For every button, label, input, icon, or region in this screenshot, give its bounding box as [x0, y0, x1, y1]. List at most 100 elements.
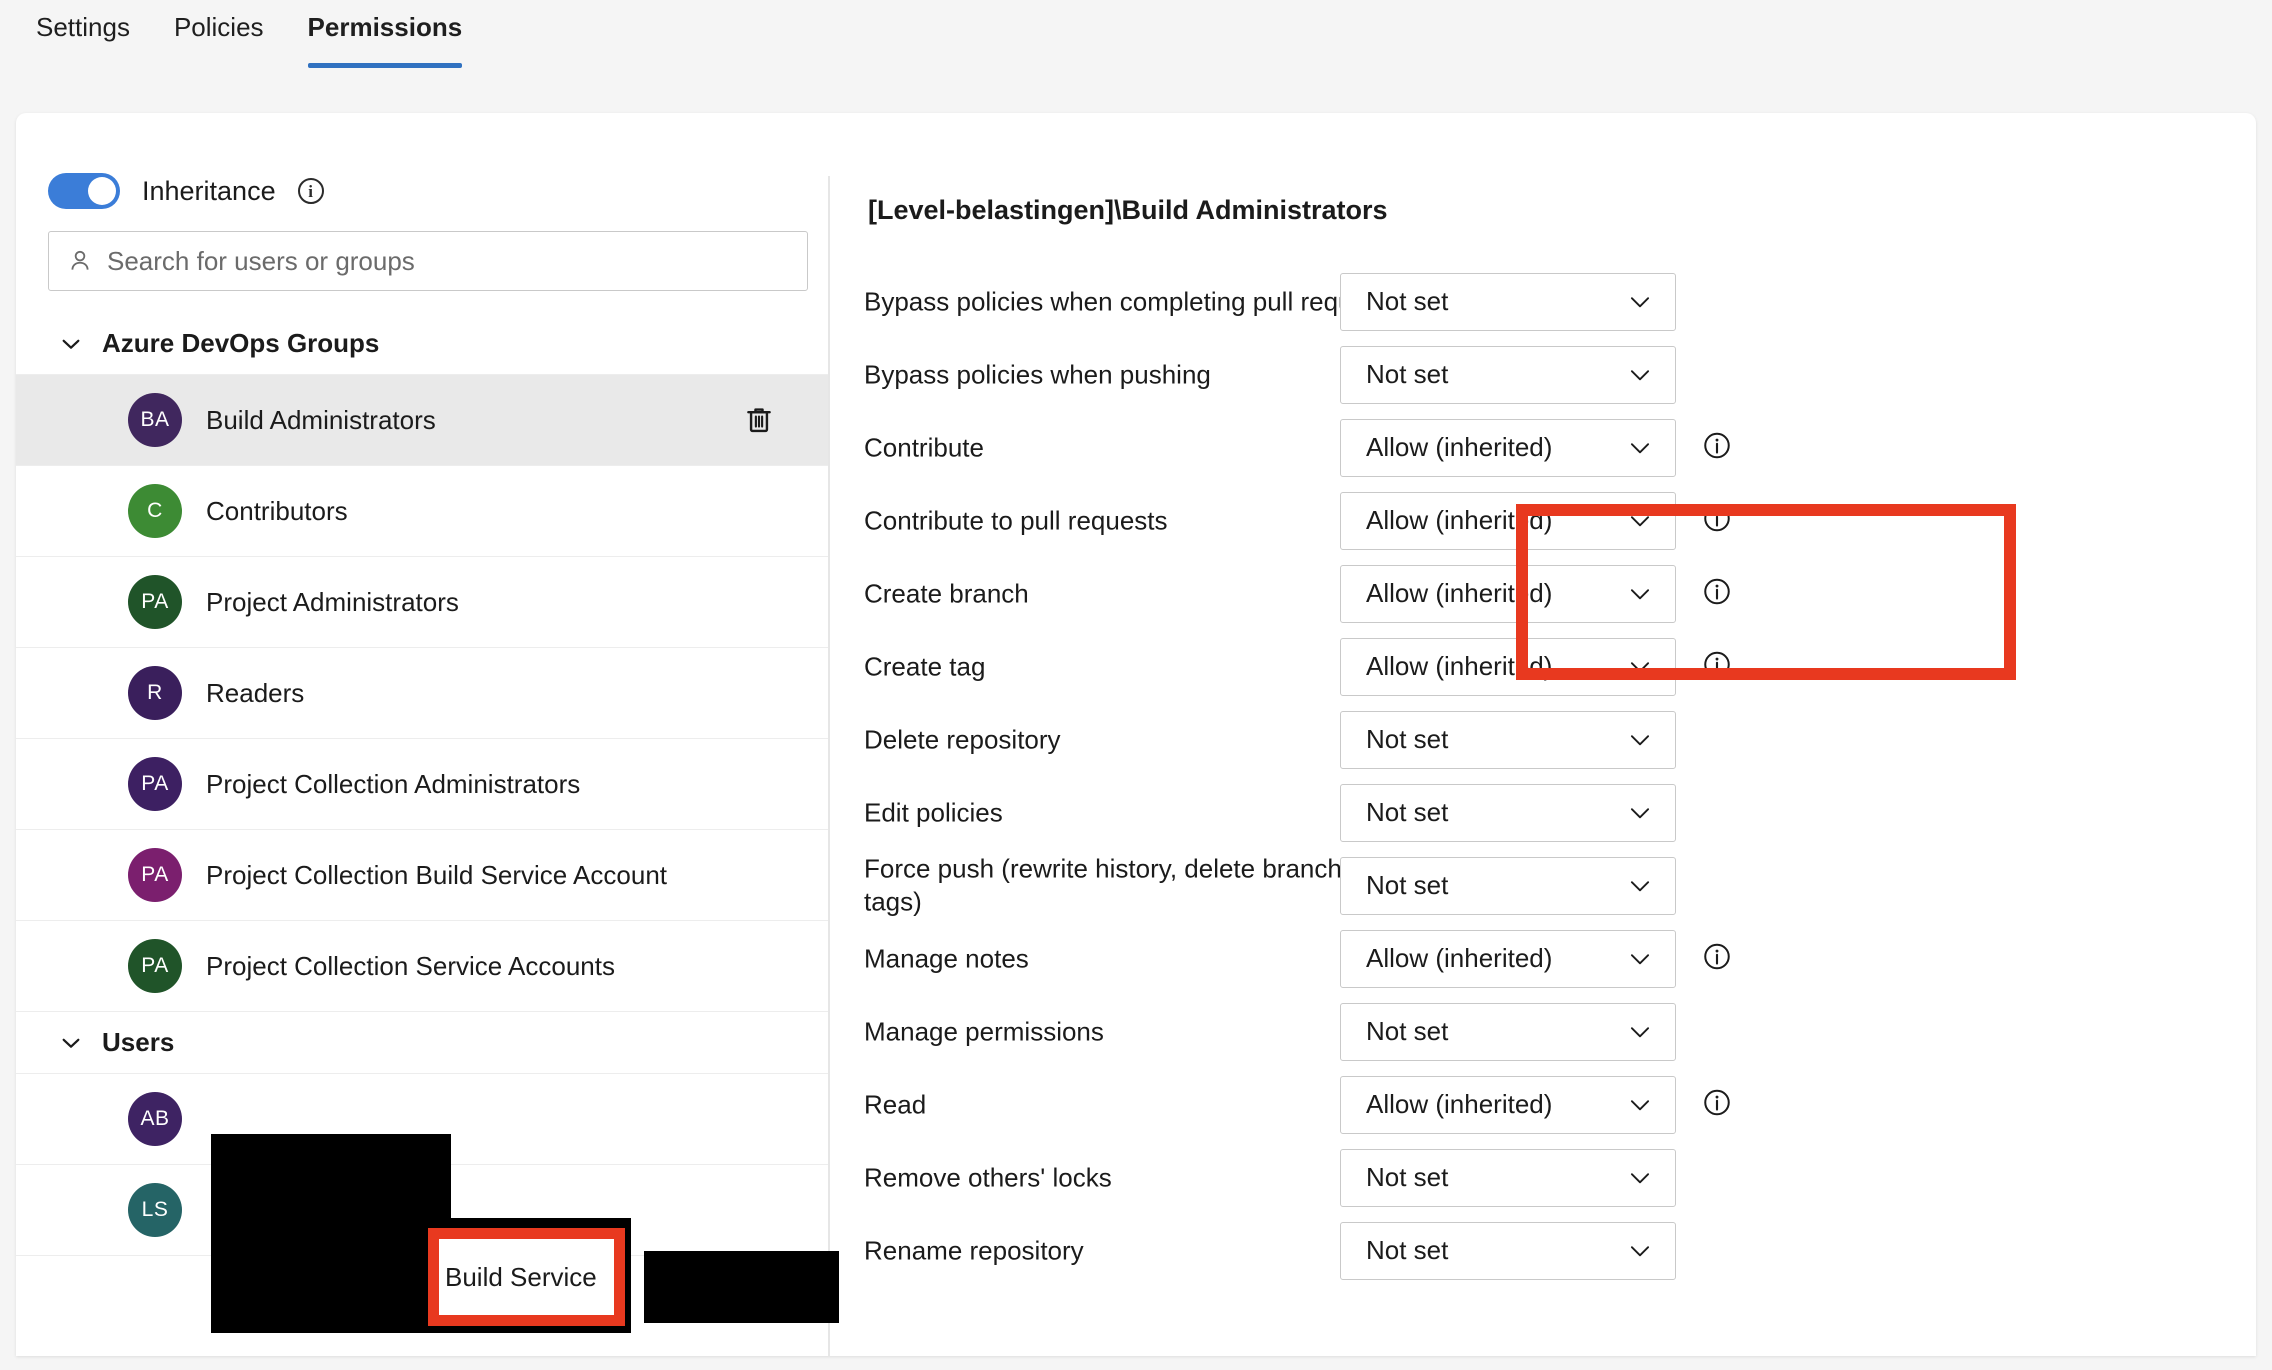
chevron-down-icon: [60, 1032, 82, 1054]
tab-label: Policies: [174, 12, 264, 42]
permission-info-icon[interactable]: [1702, 1087, 1732, 1122]
avatar: BA: [128, 393, 182, 447]
permission-dropdown[interactable]: Allow (inherited): [1340, 419, 1676, 477]
section-label: Users: [102, 1027, 174, 1058]
permission-value: Allow (inherited): [1366, 943, 1552, 974]
toggle-knob: [88, 177, 116, 205]
permission-value: Not set: [1366, 724, 1448, 755]
tab-settings[interactable]: Settings: [14, 0, 152, 82]
list-item[interactable]: PAProject Collection Service Accounts: [16, 921, 828, 1012]
permission-dropdown[interactable]: Not set: [1340, 1003, 1676, 1061]
tab-active-indicator: [308, 63, 463, 68]
list-item[interactable]: PAProject Collection Administrators: [16, 739, 828, 830]
section-label: Azure DevOps Groups: [102, 328, 379, 359]
chevron-down-icon: [1627, 508, 1653, 534]
avatar: R: [128, 666, 182, 720]
chevron-down-icon: [1627, 800, 1653, 826]
avatar: C: [128, 484, 182, 538]
list-item-label: Readers: [206, 678, 304, 709]
inheritance-toggle[interactable]: [48, 173, 120, 209]
tab-label: Permissions: [308, 12, 463, 42]
permission-info-icon[interactable]: [1702, 503, 1732, 538]
page-title: [Level-belastingen]\Build Administrators: [868, 195, 1388, 226]
list-item[interactable]: R Readers: [16, 648, 828, 739]
permission-row: ReadAllow (inherited): [830, 1068, 2256, 1141]
info-icon[interactable]: [1702, 1087, 1732, 1117]
chevron-down-icon: [1627, 289, 1653, 315]
permission-dropdown[interactable]: Allow (inherited): [1340, 638, 1676, 696]
delete-button[interactable]: [742, 403, 776, 437]
identity-list: Azure DevOps Groups BABuild Administrator…: [16, 313, 828, 1256]
permission-dropdown[interactable]: Not set: [1340, 346, 1676, 404]
person-icon: [67, 248, 93, 274]
permission-value: Allow (inherited): [1366, 651, 1552, 682]
info-icon[interactable]: [1702, 941, 1732, 971]
identity-list-panel: Inheritance i Search for users or groups…: [16, 113, 828, 1356]
list-item[interactable]: BABuild Administrators: [16, 375, 828, 466]
avatar: AB: [128, 1092, 182, 1146]
tab-bar: Settings Policies Permissions: [0, 0, 2272, 96]
avatar: LS: [128, 1183, 182, 1237]
search-input[interactable]: Search for users or groups: [48, 231, 808, 291]
chevron-down-icon: [1627, 873, 1653, 899]
permission-dropdown[interactable]: Not set: [1340, 711, 1676, 769]
permission-dropdown[interactable]: Allow (inherited): [1340, 492, 1676, 550]
section-header-users_section[interactable]: Users: [16, 1012, 828, 1074]
permission-dropdown[interactable]: Allow (inherited): [1340, 565, 1676, 623]
permission-value: Allow (inherited): [1366, 505, 1552, 536]
highlight-annotation-build-service: Build Service: [428, 1228, 625, 1326]
info-icon[interactable]: [1702, 503, 1732, 533]
permission-value: Not set: [1366, 870, 1448, 901]
permission-dropdown[interactable]: Allow (inherited): [1340, 930, 1676, 988]
permission-value: Not set: [1366, 1162, 1448, 1193]
permission-value: Not set: [1366, 1235, 1448, 1266]
permission-info-icon[interactable]: [1702, 649, 1732, 684]
permissions-panel: [Level-belastingen]\Build Administrators…: [830, 113, 2256, 1356]
permission-info-icon[interactable]: [1702, 576, 1732, 611]
inheritance-label: Inheritance: [142, 176, 276, 207]
info-icon[interactable]: i: [298, 178, 324, 204]
chevron-down-icon: [1627, 581, 1653, 607]
permission-info-icon[interactable]: [1702, 430, 1732, 465]
chevron-down-icon: [1627, 1092, 1653, 1118]
section-header-groups_section[interactable]: Azure DevOps Groups: [16, 313, 828, 375]
permissions-card: Inheritance i Search for users or groups…: [16, 113, 2256, 1356]
tab-policies[interactable]: Policies: [152, 0, 286, 82]
list-item-label: Contributors: [206, 496, 348, 527]
permission-row: ContributeAllow (inherited): [830, 411, 2256, 484]
permission-value: Allow (inherited): [1366, 578, 1552, 609]
permission-dropdown[interactable]: Not set: [1340, 1149, 1676, 1207]
tab-permissions[interactable]: Permissions: [286, 0, 485, 82]
trash-icon[interactable]: [742, 403, 776, 437]
permission-dropdown[interactable]: Not set: [1340, 1222, 1676, 1280]
tab-label: Settings: [36, 12, 130, 42]
permission-value: Not set: [1366, 359, 1448, 390]
info-icon[interactable]: [1702, 576, 1732, 606]
permission-info-icon[interactable]: [1702, 941, 1732, 976]
chevron-down-icon: [1627, 1165, 1653, 1191]
permission-dropdown[interactable]: Not set: [1340, 784, 1676, 842]
avatar: PA: [128, 939, 182, 993]
permission-value: Allow (inherited): [1366, 1089, 1552, 1120]
annotation-label: Build Service: [445, 1262, 597, 1293]
permission-dropdown[interactable]: Not set: [1340, 273, 1676, 331]
permission-dropdown[interactable]: Not set: [1340, 857, 1676, 915]
permission-value: Not set: [1366, 1016, 1448, 1047]
chevron-down-icon: [1627, 654, 1653, 680]
permission-dropdown[interactable]: Allow (inherited): [1340, 1076, 1676, 1134]
chevron-down-icon: [1627, 362, 1653, 388]
permission-row: Edit policiesNot set: [830, 776, 2256, 849]
permission-row: Bypass policies when pushingNot set: [830, 338, 2256, 411]
search-placeholder: Search for users or groups: [107, 246, 415, 277]
permission-value: Not set: [1366, 797, 1448, 828]
avatar: PA: [128, 575, 182, 629]
info-icon[interactable]: [1702, 430, 1732, 460]
info-icon[interactable]: [1702, 649, 1732, 679]
list-item[interactable]: PAProject Collection Build Service Accou…: [16, 830, 828, 921]
permission-row: Rename repositoryNot set: [830, 1214, 2256, 1287]
permissions-list: Bypass policies when completing pull req…: [830, 265, 2256, 1287]
list-item[interactable]: PAProject Administrators: [16, 557, 828, 648]
chevron-down-icon: [1627, 1238, 1653, 1264]
list-item[interactable]: C Contributors: [16, 466, 828, 557]
permission-row: Remove others' locksNot set: [830, 1141, 2256, 1214]
